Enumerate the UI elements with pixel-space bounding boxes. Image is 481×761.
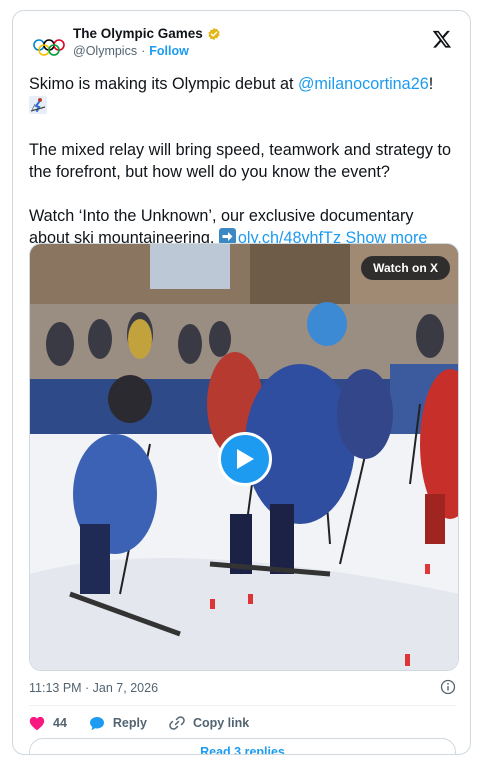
author-name[interactable]: The Olympic Games [73, 26, 203, 41]
action-bar: 44 Reply Copy link [29, 713, 271, 733]
tweet-text: Skimo is making its Olympic debut at @mi… [29, 73, 457, 249]
like-button[interactable]: 44 [29, 716, 67, 731]
video-player[interactable]: Watch on X [29, 243, 459, 671]
divider [29, 705, 456, 706]
reply-button[interactable]: Reply [89, 716, 147, 731]
heart-icon [29, 716, 45, 730]
ski-mountaineering-emoji-icon [29, 96, 47, 114]
watch-on-x-button[interactable]: Watch on X [361, 256, 450, 280]
like-count: 44 [53, 716, 67, 730]
tweet-card: The Olympic Games @Olympics · Follow Ski… [12, 10, 471, 755]
author-block: The Olympic Games @Olympics · Follow [73, 26, 221, 58]
reply-label: Reply [112, 716, 147, 730]
copy-link-label: Copy link [192, 716, 250, 730]
play-button[interactable] [218, 432, 272, 486]
tweet-line1-text: Skimo is making its Olympic debut at [29, 75, 298, 93]
follow-button[interactable]: Follow [149, 44, 189, 58]
handle-separator: · [141, 44, 146, 58]
tweet-paragraph-1: Skimo is making its Olympic debut at @mi… [29, 73, 457, 117]
verified-badge-icon [208, 27, 220, 40]
tweet-paragraph-2: The mixed relay will bring speed, teamwo… [29, 141, 451, 181]
tweet-line1-suffix: ! [428, 75, 434, 93]
link-icon [169, 716, 185, 730]
x-logo-icon[interactable] [432, 29, 452, 49]
reply-bubble-icon [89, 716, 104, 730]
play-icon [237, 449, 254, 469]
tweet-timestamp[interactable]: 11:13 PM · Jan 7, 2026 [29, 681, 158, 695]
olympic-rings-icon [33, 39, 65, 56]
tweet-header: The Olympic Games @Olympics · Follow [29, 23, 456, 69]
mention-link[interactable]: @milanocortina26 [298, 75, 429, 93]
info-icon[interactable] [440, 679, 456, 695]
author-handle[interactable]: @Olympics [73, 44, 137, 58]
copy-link-button[interactable]: Copy link [169, 715, 249, 731]
avatar[interactable] [29, 27, 69, 67]
read-replies-button[interactable]: Read 3 replies [29, 738, 456, 754]
